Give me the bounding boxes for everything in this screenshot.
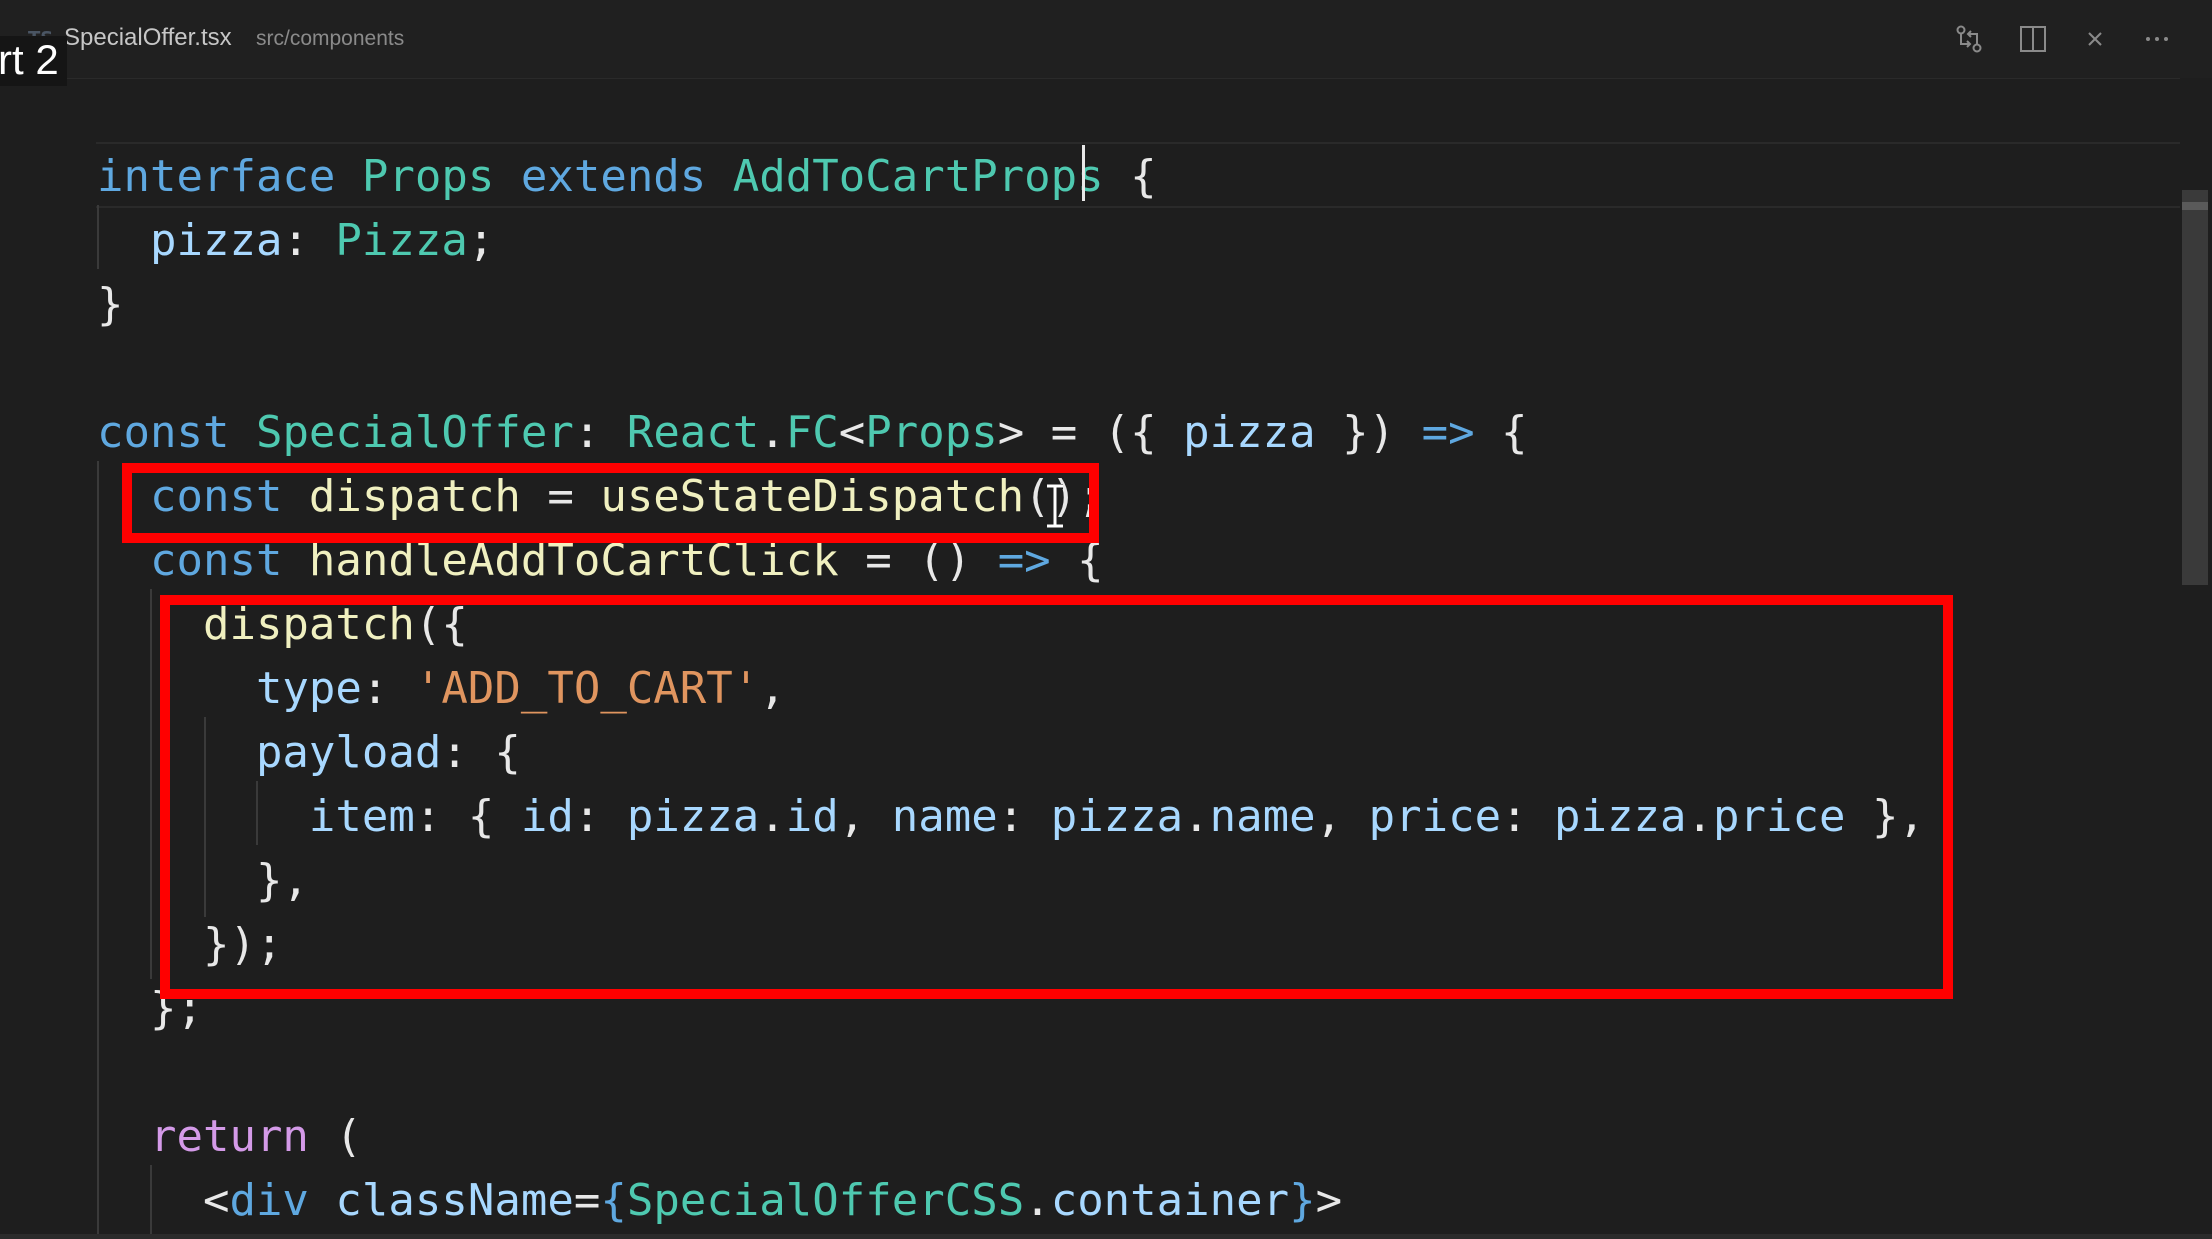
code-token: pizza bbox=[1183, 407, 1316, 458]
code-token: : bbox=[573, 407, 627, 458]
code-line[interactable]: const SpecialOffer: React.FC<Props> = ({… bbox=[0, 401, 2180, 465]
code-token: { bbox=[1103, 151, 1157, 202]
code-line[interactable]: interface Props extends AddToCartProps { bbox=[0, 145, 2180, 209]
code-token: = bbox=[573, 1175, 601, 1226]
close-icon[interactable] bbox=[2078, 22, 2112, 56]
code-token: const bbox=[97, 407, 256, 458]
editor-tab-bar: TS SpecialOffer.tsx src/components bbox=[0, 0, 2212, 79]
code-line[interactable] bbox=[0, 337, 2180, 401]
code-line-text: return ( bbox=[97, 1105, 362, 1169]
code-line-text: <div className={SpecialOfferCSS.containe… bbox=[97, 1169, 1342, 1233]
tab-filename[interactable]: SpecialOffer.tsx bbox=[64, 24, 232, 52]
code-token: interface bbox=[97, 151, 362, 202]
code-line-text: interface Props extends AddToCartProps { bbox=[97, 145, 1157, 209]
code-token: FC bbox=[785, 407, 839, 458]
code-token: Pizza bbox=[335, 215, 468, 266]
code-token: { bbox=[600, 1175, 627, 1226]
annotation-box-dispatch-declaration bbox=[122, 463, 1099, 543]
code-token: Props bbox=[361, 151, 521, 202]
code-line-text: } bbox=[97, 273, 124, 337]
code-token: div bbox=[229, 1175, 336, 1226]
video-title-overlay: rt 2 bbox=[0, 36, 67, 86]
text-cursor-icon bbox=[1043, 483, 1067, 532]
code-token: }) bbox=[1315, 407, 1422, 458]
code-line[interactable]: } bbox=[0, 273, 2180, 337]
code-token: return bbox=[97, 1111, 309, 1162]
text-cursor bbox=[1082, 145, 1085, 201]
more-actions-icon[interactable] bbox=[2140, 22, 2174, 56]
code-token: < bbox=[97, 1175, 230, 1226]
code-token: React bbox=[626, 407, 760, 458]
scrollbar-thumb[interactable] bbox=[2182, 190, 2208, 585]
code-token: > = ({ bbox=[997, 407, 1184, 458]
code-line-text: const SpecialOffer: React.FC<Props> = ({… bbox=[97, 401, 1528, 465]
code-token: ( bbox=[308, 1111, 362, 1162]
code-token: . bbox=[759, 407, 786, 458]
code-token: : bbox=[282, 215, 336, 266]
compare-changes-icon[interactable] bbox=[1952, 22, 1986, 56]
code-token: extends bbox=[520, 151, 733, 202]
code-token: => bbox=[1421, 407, 1475, 458]
bottom-border bbox=[0, 1234, 2212, 1239]
code-token: > bbox=[1315, 1175, 1343, 1226]
code-editor[interactable]: TS SpecialOffer.tsx src/components bbox=[0, 0, 2212, 1239]
code-token: ; bbox=[467, 215, 495, 266]
code-line[interactable]: pizza: Pizza; bbox=[0, 209, 2180, 273]
code-token: < bbox=[838, 407, 866, 458]
code-token: { bbox=[1474, 407, 1528, 458]
code-token: } bbox=[97, 279, 124, 330]
code-token: className bbox=[335, 1175, 574, 1226]
code-line-text: pizza: Pizza; bbox=[97, 209, 494, 273]
code-token: pizza bbox=[97, 215, 283, 266]
code-token: SpecialOfferCSS bbox=[626, 1175, 1025, 1226]
code-token: AddToCartProps bbox=[732, 151, 1104, 202]
tab-file-path: src/components bbox=[256, 27, 405, 50]
code-token: SpecialOffer bbox=[255, 407, 574, 458]
code-token: Props bbox=[865, 407, 998, 458]
code-line[interactable]: <div className={SpecialOfferCSS.containe… bbox=[0, 1169, 2180, 1233]
code-token: container bbox=[1050, 1175, 1290, 1226]
code-line[interactable] bbox=[0, 1041, 2180, 1105]
code-token: . bbox=[1024, 1175, 1051, 1226]
split-editor-icon[interactable] bbox=[2016, 22, 2050, 56]
code-line[interactable]: return ( bbox=[0, 1105, 2180, 1169]
code-token: } bbox=[1289, 1175, 1316, 1226]
annotation-box-dispatch-call bbox=[160, 595, 1953, 999]
scrollbar-cursor-marker bbox=[2182, 202, 2208, 210]
